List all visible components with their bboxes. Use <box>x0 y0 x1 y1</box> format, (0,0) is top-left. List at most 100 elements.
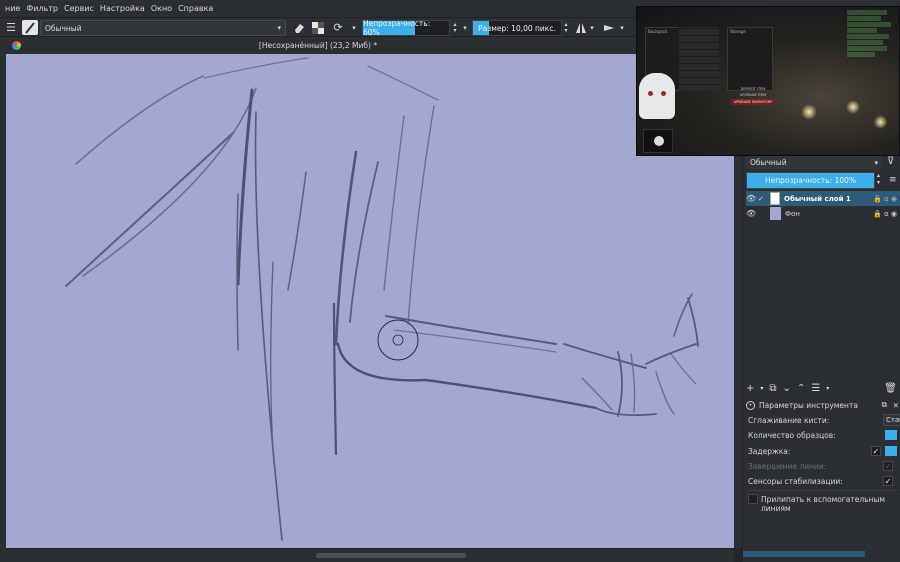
checkmark-icon[interactable]: ✓ <box>758 195 770 203</box>
stroke <box>407 105 435 325</box>
docker-scrollbar[interactable] <box>743 551 865 557</box>
stroke <box>65 131 235 287</box>
blend-mode-value: Обычный <box>750 158 787 167</box>
reload-preset-icon[interactable]: ⟳ <box>331 20 345 35</box>
float-icon[interactable]: ⧉ <box>882 400 887 410</box>
game-lights <box>787 87 897 137</box>
finish-line-label: Завершение линии: <box>748 462 827 471</box>
stroke <box>349 161 379 323</box>
mirror-vertical-icon[interactable] <box>602 20 616 35</box>
eraser-icon[interactable] <box>292 20 306 35</box>
menu-icon[interactable]: ≡ <box>889 175 897 185</box>
tool-icon: • <box>746 400 755 410</box>
delay-checkbox[interactable]: ✓ <box>871 446 881 456</box>
stroke <box>563 343 647 369</box>
layer-name[interactable]: Обычный слой 1 <box>784 195 851 203</box>
chevron-down-icon[interactable]: ▾ <box>760 385 763 392</box>
snap-checkbox[interactable] <box>748 494 758 504</box>
layer-thumbnail <box>770 192 780 205</box>
size-slider[interactable]: Размер: 10,00 пикс. <box>472 20 562 36</box>
size-spin-icon[interactable]: ▴ ▾ <box>562 20 570 35</box>
stroke <box>336 342 598 410</box>
hamburger-icon[interactable]: ☰ <box>4 20 18 35</box>
layer-opacity-label: Непрозрачность: 100% <box>764 176 857 185</box>
trash-icon[interactable]: 🗑 <box>884 383 897 394</box>
tool-options-title: Параметры инструмента <box>759 400 858 410</box>
snap-label[interactable]: Прилипать к вспомогательным линиям <box>761 495 900 513</box>
chevron-down-icon[interactable]: ▾ <box>588 20 596 35</box>
eye-icon[interactable]: 👁 <box>746 194 758 203</box>
move-down-icon[interactable]: ⌄ <box>783 383 791 394</box>
layer-name[interactable]: Фон <box>785 210 800 218</box>
divider <box>748 490 898 491</box>
stroke <box>670 353 697 385</box>
stroke <box>655 371 675 415</box>
document-title-bar: [Несохранённый] (23,2 Миб) * <box>0 37 636 54</box>
brush-preset-combo[interactable]: Обычный ▾ <box>40 20 286 36</box>
add-layer-icon[interactable]: + <box>746 383 754 394</box>
inventory-slots <box>679 27 719 91</box>
menu-filter[interactable]: Фильтр <box>23 0 61 17</box>
delay-slider[interactable] <box>885 446 897 456</box>
stream-overlay: Backpack Storage DEPOSIT ITEM UPGRADE IT… <box>636 6 900 156</box>
deposit-button: DEPOSIT ITEM <box>740 87 766 91</box>
stroke <box>334 150 358 346</box>
storage-tab-label: Storage <box>730 29 746 34</box>
menu-image[interactable]: ние <box>2 0 23 17</box>
drawing-canvas[interactable] <box>6 54 734 548</box>
move-up-icon[interactable]: ⌃ <box>797 383 805 394</box>
chevron-down-icon[interactable]: ▾ <box>826 385 829 392</box>
menu-help[interactable]: Справка <box>175 0 216 17</box>
eye-icon[interactable]: 👁 <box>746 209 758 218</box>
lock-icon[interactable]: 🔒 α ◉ <box>873 210 897 218</box>
chevron-down-icon[interactable]: ▾ <box>349 20 359 35</box>
layer-thumbnail <box>770 207 781 220</box>
stabilize-sensors-checkbox[interactable]: ✓ <box>883 476 893 486</box>
vtuber-avatar <box>639 73 675 119</box>
stream-chat <box>847 9 899 75</box>
stabilize-sensors-label: Сенсоры стабилизации: <box>748 477 843 486</box>
mirror-horizontal-icon[interactable] <box>574 20 588 35</box>
duplicate-layer-icon[interactable]: ⧉ <box>769 383 776 394</box>
menu-settings[interactable]: Настройка <box>97 0 148 17</box>
document-title: [Несохранённый] (23,2 Миб) * <box>258 41 378 50</box>
upgrade-item-button: UPGRADE ITEM <box>739 93 767 97</box>
samples-label: Количество образцов: <box>748 431 836 440</box>
samples-slider[interactable] <box>885 430 897 440</box>
stroke <box>367 65 439 101</box>
filter-icon[interactable]: ⊽ <box>887 156 894 167</box>
chevron-down-icon[interactable]: ▾ <box>461 20 469 35</box>
color-wheel-icon[interactable] <box>12 41 21 50</box>
stroke <box>687 297 699 347</box>
stroke <box>287 171 307 291</box>
stroke <box>595 407 657 417</box>
horizontal-scrollbar-thumb[interactable] <box>316 553 466 558</box>
right-docker: Обычный ▾ ⊽ Непрозрачность: 100% ▴ ▾ ≡ 👁 … <box>742 156 900 562</box>
smoothing-combo[interactable]: Стаб <box>883 414 900 426</box>
layer-row-2[interactable]: 👁 Фон 🔒 α ◉ <box>746 206 900 221</box>
chevron-down-icon: ▾ <box>277 24 281 32</box>
chevron-down-icon[interactable]: ▾ <box>618 20 626 35</box>
properties-icon[interactable]: ☰ <box>811 383 820 394</box>
opacity-slider[interactable]: Непрозрачность: 60% <box>362 19 450 37</box>
layer-opacity-slider[interactable]: Непрозрачность: 100% <box>746 172 875 189</box>
opacity-spin-icon[interactable]: ▴ ▾ <box>451 20 459 35</box>
stroke <box>203 57 309 79</box>
close-icon[interactable]: ✕ <box>893 401 899 410</box>
layer-opacity-spin-icon[interactable]: ▴ ▾ <box>877 172 880 186</box>
blend-mode-combo[interactable]: Обычный ▾ <box>746 156 882 169</box>
menu-tools[interactable]: Сервис <box>61 0 97 17</box>
layer-row-1[interactable]: 👁 ✓ Обычный слой 1 🔒 α ◉ <box>746 191 900 206</box>
storage-grid: Storage <box>727 27 773 91</box>
delay-label: Задержка: <box>748 447 791 456</box>
stroke <box>236 88 254 286</box>
lock-icon[interactable]: 🔒 α ◉ <box>873 195 897 203</box>
brush-preset-thumbnail[interactable] <box>22 20 38 35</box>
stroke <box>383 115 405 291</box>
menu-window[interactable]: Окно <box>148 0 175 17</box>
finish-line-checkbox[interactable]: ✓ <box>883 461 893 471</box>
alpha-lock-icon[interactable] <box>311 20 325 35</box>
horizontal-scrollbar[interactable] <box>6 548 734 562</box>
brush-toolbar: ☰ Обычный ▾ ⟳ ▾ Непрозрачность: 60% ▴ ▾ ▾… <box>0 17 636 37</box>
layer-actions-bar: + ▾ ⧉ ⌄ ⌃ ☰ ▾ 🗑 <box>746 381 900 395</box>
